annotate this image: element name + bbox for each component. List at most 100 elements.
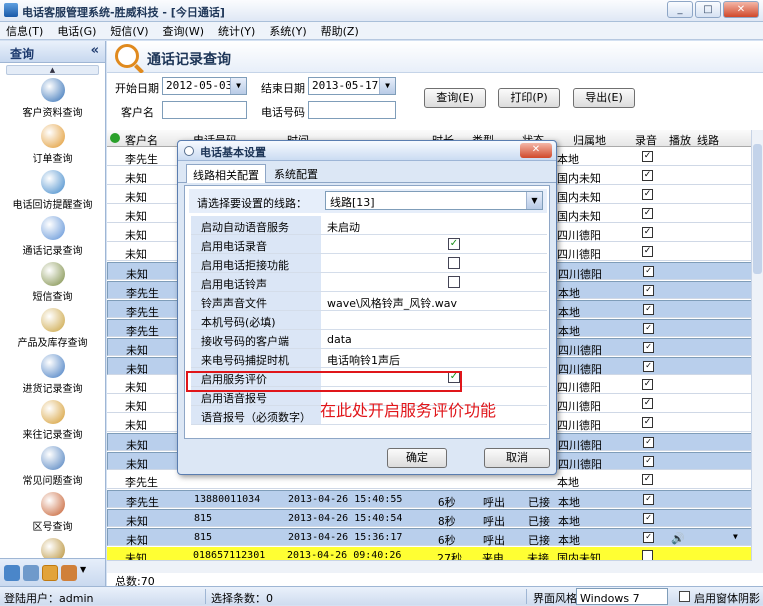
menu-item[interactable]: 统计(Y) [218,23,255,39]
minimize-button[interactable]: _ [667,1,693,18]
property-value[interactable]: wave\风格铃声_风铃.wav [327,295,457,311]
menu-item[interactable]: 帮助(Z) [321,23,359,39]
column-header[interactable]: 播放 [669,132,691,148]
dialog-menu-icon[interactable] [184,146,194,156]
column-header[interactable]: 客户名 [125,132,158,148]
sidebar-item[interactable]: 短信查询 [0,262,105,305]
cell-name: 未知 [126,268,148,281]
sidebar-item[interactable]: 通话记录查询 [0,216,105,259]
ok-button[interactable]: 确定 [387,448,447,468]
record-checkbox[interactable]: ✓ [642,398,653,409]
record-checkbox[interactable]: ✓ [643,437,654,448]
property-value[interactable]: 电话响铃1声后 [327,352,400,368]
record-checkbox[interactable]: ✓ [643,266,654,277]
tab-system-config[interactable]: 系统配置 [268,164,324,183]
sidebar-item-label: 进货记录查询 [22,384,83,395]
menu-item[interactable]: 信息(T) [6,23,43,39]
export-button[interactable]: 导出(E) [573,88,635,108]
sidebar-tool-icon[interactable] [61,564,77,581]
style-select[interactable]: Windows 7 [576,588,668,605]
sidebar-item-label: 来往记录查询 [22,430,83,441]
cell-name: 未知 [126,439,148,452]
sidebar-item[interactable]: 客户资料查询 [0,78,105,121]
property-checkbox[interactable] [448,257,460,269]
record-checkbox[interactable]: ✓ [642,227,653,238]
column-header[interactable]: 归属地 [573,132,606,148]
sidebar-tool-icon[interactable] [4,564,20,581]
record-checkbox[interactable]: ✓ [643,342,654,353]
sidebar-tool-icon[interactable] [23,564,39,581]
property-value[interactable]: data [327,333,352,346]
customer-input[interactable] [162,101,247,119]
chevron-down-icon[interactable]: ▼ [230,78,246,94]
chevron-down-icon[interactable]: ▼ [526,192,542,209]
menu-item[interactable]: 系统(Y) [269,23,306,39]
record-checkbox[interactable]: ✓ [642,417,653,428]
cell-name: 未知 [125,248,147,261]
sidebar-item[interactable]: 产品及库存查询 [0,308,105,351]
end-date-picker[interactable]: 2013-05-17 ▼ [308,77,396,95]
record-checkbox[interactable]: ✓ [643,513,654,524]
tab-line-config[interactable]: 线路相关配置 [186,164,266,183]
property-checkbox[interactable]: ✓ [448,238,460,250]
sidebar-item-icon [40,354,65,378]
table-row[interactable]: 未知 815 2013-04-26 15:40:54 8秒 呼出 已接 本地 ✓ [107,509,752,528]
sidebar-item[interactable]: 常见问题查询 [0,446,105,489]
column-header[interactable]: 录音 [635,132,657,148]
record-checkbox[interactable]: ✓ [642,474,653,485]
close-button[interactable]: ✕ [723,1,759,18]
record-checkbox[interactable]: ✓ [643,285,654,296]
column-header[interactable]: 线路 [697,132,719,148]
record-checkbox[interactable]: ✓ [642,379,653,390]
record-checkbox[interactable]: ✓ [642,151,653,162]
restore-button[interactable]: □ [695,1,721,18]
shadow-checkbox[interactable] [679,591,690,602]
print-button[interactable]: 打印(P) [498,88,560,108]
phone-input[interactable] [308,101,396,119]
record-checkbox[interactable]: ✓ [643,494,654,505]
record-checkbox[interactable]: ✓ [642,170,653,181]
record-checkbox[interactable]: ✓ [643,304,654,315]
sidebar-tool-icon[interactable] [42,564,58,581]
sidebar-item[interactable]: 来往记录查询 [0,400,105,443]
cell-loc: 本地 [557,476,579,489]
property-row: 本机号码(必填) [191,311,547,330]
chevron-down-icon[interactable]: ▼ [379,78,395,94]
cancel-button[interactable]: 取消 [484,448,550,468]
sidebar-item-label: 常见问题查询 [22,476,83,487]
record-checkbox[interactable]: ✓ [643,323,654,334]
chevron-down-icon[interactable]: ▼ [733,532,738,541]
horizontal-scrollbar[interactable] [107,560,752,573]
record-checkbox[interactable]: ✓ [643,532,654,543]
table-row[interactable]: 未知 815 2013-04-26 15:36:17 6秒 呼出 已接 本地 ✓ 🔊 ▼ [107,528,752,547]
sidebar-item[interactable]: 区号查询 [0,492,105,535]
sidebar-item[interactable]: 进货记录查询 [0,354,105,397]
speaker-icon[interactable]: 🔊 [671,532,685,545]
menu-item[interactable]: 查询(W) [163,23,204,39]
record-checkbox[interactable]: ✓ [643,361,654,372]
record-checkbox[interactable]: ✓ [642,208,653,219]
record-checkbox[interactable]: ✓ [642,189,653,200]
record-checkbox[interactable]: ✓ [643,456,654,467]
table-row[interactable]: 李先生 13880011034 2013-04-26 15:40:55 6秒 呼出 已接本… [107,490,752,509]
cell-name: 未知 [126,534,148,547]
menu-item[interactable]: 电话(G) [57,23,96,39]
property-value[interactable]: 未启动 [327,219,360,235]
vertical-scrollbar[interactable] [751,130,763,573]
menu-item[interactable]: 短信(V) [110,23,148,39]
sidebar-item[interactable]: 电话回访提醒查询 [0,170,105,213]
query-button[interactable]: 查询(E) [424,88,486,108]
sidebar-scroll-up-button[interactable]: ▲ [6,65,99,75]
chevron-down-icon[interactable]: ▼ [80,565,90,581]
collapse-icon[interactable]: « [91,43,99,58]
property-checkbox[interactable] [448,276,460,288]
dialog-close-button[interactable]: ✕ [520,143,552,158]
line-select[interactable]: 线路[13] ▼ [325,191,543,210]
scrollbar-thumb[interactable] [753,144,762,274]
window-title: 电话客服管理系统-胜威科技 - [今日通话] [22,6,225,19]
record-checkbox[interactable]: ✓ [642,246,653,257]
sidebar-item[interactable]: 订单查询 [0,124,105,167]
sidebar-item-icon [40,400,65,424]
property-key: 启用电话铃声 [191,273,321,291]
start-date-picker[interactable]: 2012-05-03 ▼ [162,77,247,95]
